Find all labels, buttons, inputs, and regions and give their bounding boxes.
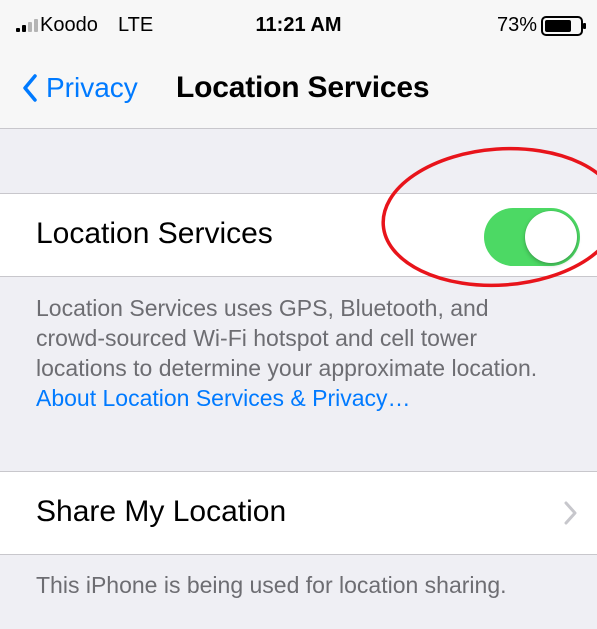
location-services-row: Location Services bbox=[0, 193, 597, 277]
share-location-footer: This iPhone is being used for location s… bbox=[36, 572, 507, 598]
description-text: Location Services uses GPS, Bluetooth, a… bbox=[36, 295, 538, 381]
toggle-knob bbox=[525, 211, 577, 263]
location-services-toggle[interactable] bbox=[484, 208, 580, 266]
back-label: Privacy bbox=[46, 72, 138, 103]
chevron-left-icon bbox=[23, 74, 37, 102]
location-services-label: Location Services bbox=[36, 217, 273, 250]
battery-percent: 73% bbox=[496, 14, 537, 36]
location-services-description: Location Services uses GPS, Bluetooth, a… bbox=[36, 293, 561, 413]
page-title: Location Services bbox=[176, 71, 430, 104]
back-button[interactable]: Privacy bbox=[22, 70, 138, 106]
battery-icon bbox=[541, 16, 586, 36]
navigation-bar: Privacy Location Services bbox=[0, 52, 597, 129]
chevron-right-icon bbox=[564, 501, 577, 525]
share-my-location-row[interactable]: Share My Location bbox=[0, 471, 597, 555]
share-my-location-label: Share My Location bbox=[36, 495, 287, 528]
about-privacy-link[interactable]: About Location Services & Privacy… bbox=[36, 385, 411, 411]
status-bar: Koodo LTE 11:21 AM 73% bbox=[0, 0, 597, 52]
